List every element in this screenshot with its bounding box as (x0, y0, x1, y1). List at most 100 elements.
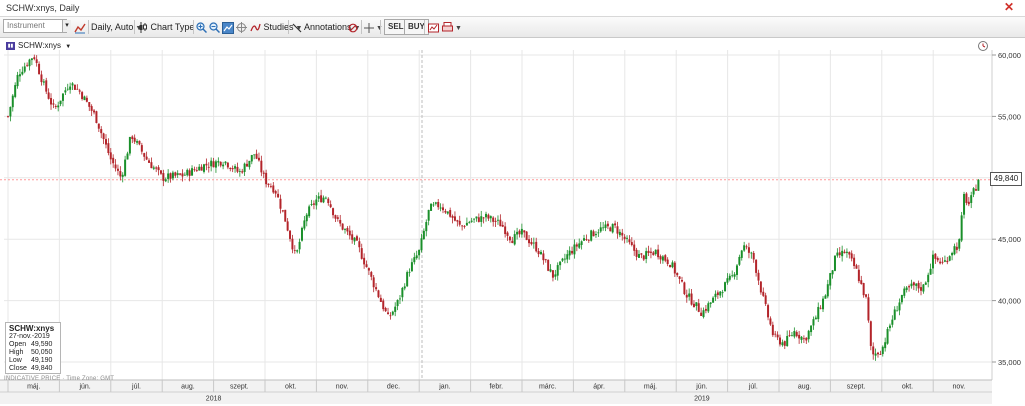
candle-body (205, 163, 208, 166)
candle-body (224, 161, 227, 164)
eraser-icon[interactable] (348, 20, 358, 34)
candle-body (934, 253, 937, 259)
candle-body (269, 186, 272, 188)
candle-body (817, 306, 820, 320)
candle-body (69, 86, 72, 90)
indicative-price-note: INDICATIVE PRICE · Time Zone: GMT (4, 376, 115, 382)
candle-body (559, 261, 562, 266)
print-dropdown[interactable]: ▼ (442, 20, 462, 34)
candle-body (150, 162, 153, 169)
candle-body (164, 179, 167, 182)
month-label: febr. (489, 384, 503, 391)
candle-body (148, 160, 151, 163)
crosshair-icon[interactable] (236, 20, 247, 34)
zoom-in-icon[interactable] (196, 20, 207, 34)
candle-body (217, 161, 220, 163)
month-label: nov. (953, 384, 966, 391)
candle-body (539, 251, 542, 255)
candle-body (764, 295, 767, 304)
month-label: júl. (131, 384, 141, 391)
candle-body (66, 88, 69, 90)
candle-body (912, 282, 915, 286)
candle-body (869, 321, 872, 346)
month-label: dec. (387, 384, 400, 391)
candle-body (788, 335, 791, 336)
year-label: 2018 (206, 396, 222, 403)
price-chart[interactable]: 35,00040,00045,00050,00055,00060,000 máj… (0, 38, 1025, 406)
candle-body (14, 85, 17, 97)
candle-body (915, 283, 918, 286)
month-label: aug. (181, 384, 195, 391)
chart-settings-icon[interactable] (978, 41, 988, 51)
candle-body (489, 216, 492, 219)
instrument-search-button[interactable]: ▾ (62, 20, 71, 32)
candle-body (774, 333, 777, 335)
candle-body (939, 261, 942, 264)
candle-body (762, 291, 765, 296)
candle-body (573, 244, 576, 255)
buy-button[interactable]: BUY (404, 19, 429, 35)
candle-body (320, 195, 323, 203)
candle-body (475, 216, 478, 219)
candle-body (630, 242, 633, 246)
window-title-bar: SCHW:xnys, Daily ✕ (0, 0, 1025, 17)
candle-body (97, 123, 100, 129)
candle-body (83, 96, 86, 101)
candle-body (26, 64, 29, 66)
candle-body (267, 183, 270, 185)
instrument-input[interactable] (3, 19, 67, 33)
candle-body (453, 216, 456, 221)
candle-body (752, 252, 755, 260)
candle-body (401, 287, 404, 298)
candle-body (446, 211, 449, 214)
candle-body (728, 275, 731, 280)
candle-body (415, 255, 418, 259)
zoom-out-icon[interactable] (209, 20, 220, 34)
candle-body (303, 220, 306, 229)
candle-body (496, 219, 499, 221)
compare-icon[interactable] (74, 20, 86, 34)
candle-body (822, 298, 825, 310)
candle-body (145, 156, 148, 160)
candle-body (812, 319, 815, 326)
export-chart-icon[interactable] (428, 20, 439, 34)
candle-body (525, 231, 528, 241)
candle-body (308, 206, 311, 217)
zoom-fit-icon[interactable] (222, 20, 234, 34)
candle-body (176, 173, 179, 176)
candle-body (967, 201, 970, 205)
candle-body (133, 137, 136, 142)
candle-body (171, 172, 174, 179)
candle-body (327, 198, 330, 204)
candle-body (298, 241, 301, 250)
candle-body (867, 297, 870, 321)
studies-icon (250, 23, 261, 32)
candle-body (109, 152, 112, 160)
candle-body (547, 259, 550, 271)
candle-body (59, 100, 62, 105)
candle-body (554, 274, 557, 277)
candle-body (243, 163, 246, 172)
y-tick-label: 60,000 (998, 51, 1021, 60)
candle-body (54, 106, 57, 107)
month-label: máj. (644, 384, 657, 391)
candle-body (420, 238, 423, 251)
candle-body (291, 238, 294, 250)
candle-body (439, 207, 442, 209)
candle-body (814, 317, 817, 320)
candle-body (609, 227, 612, 232)
candle-body (138, 140, 141, 145)
chart-instrument-label[interactable]: ▮▮ SCHW:xnys ▼ (6, 41, 71, 50)
candle-body (344, 229, 347, 231)
candle-body (248, 160, 251, 168)
candle-body (241, 171, 244, 173)
last-price-badge: 49,840 (990, 172, 1022, 186)
candle-body (571, 250, 574, 254)
y-tick-label: 45,000 (998, 235, 1021, 244)
candle-body (315, 199, 318, 206)
close-icon[interactable]: ✕ (1003, 1, 1015, 13)
candle-body (353, 237, 356, 242)
candle-body (542, 253, 545, 261)
candle-body (406, 272, 409, 287)
candle-body (33, 57, 36, 60)
